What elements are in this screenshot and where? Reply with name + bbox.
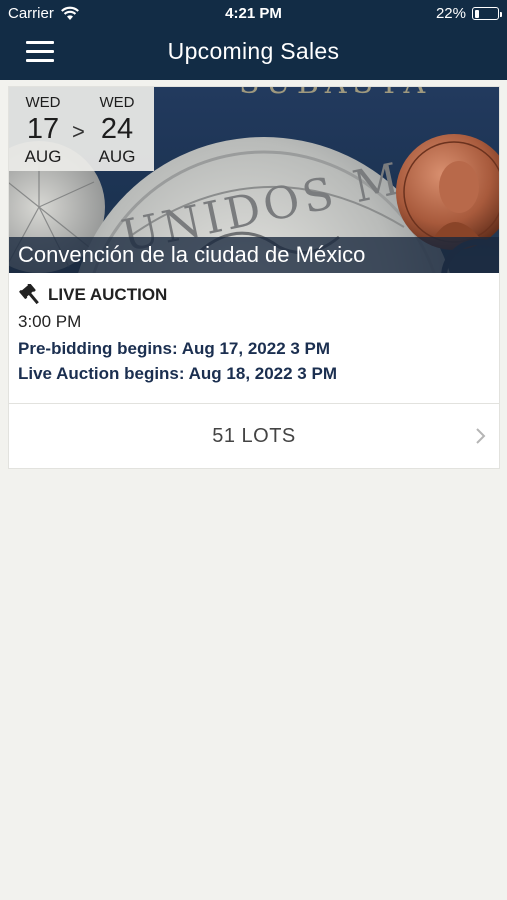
start-month: AUG — [24, 147, 62, 166]
page-title: Upcoming Sales — [167, 38, 340, 64]
status-time: 4:21 PM — [225, 5, 282, 22]
status-bar: Carrier 4:21 PM 22% — [0, 0, 507, 28]
top-bar: Carrier 4:21 PM 22% Upcoming Sales — [0, 0, 507, 80]
sale-time: 3:00 PM — [18, 312, 82, 331]
lots-button[interactable]: 51 LOTS — [9, 404, 499, 468]
chevron-right-icon — [476, 428, 486, 444]
sale-type-label: LIVE AUCTION — [48, 285, 168, 304]
sale-card[interactable]: SUBASTA UNIDOS M WED 17 AUG — [8, 86, 500, 469]
start-day: 17 — [26, 113, 60, 145]
sale-title: Convención de la ciudad de México — [9, 237, 499, 273]
prebidding-begins: Pre-bidding begins: Aug 17, 2022 3 PM — [18, 339, 331, 358]
end-day: 24 — [100, 113, 134, 145]
end-month: AUG — [98, 147, 136, 166]
sale-date-range: WED 17 AUG > WED 24 AUG — [9, 87, 154, 171]
end-weekday: WED — [99, 94, 135, 111]
navigation-bar: Upcoming Sales — [0, 28, 507, 80]
battery-level — [474, 9, 480, 18]
lots-count: 51 LOTS — [212, 425, 296, 447]
start-weekday: WED — [25, 94, 61, 111]
battery-icon — [472, 7, 502, 20]
sale-info: LIVE AUCTION 3:00 PM Pre-bidding begins:… — [18, 284, 488, 383]
sale-banner-image[interactable]: SUBASTA UNIDOS M WED 17 AUG — [9, 87, 499, 273]
live-auction-begins: Live Auction begins: Aug 18, 2022 3 PM — [18, 364, 337, 383]
gavel-icon — [19, 284, 39, 305]
svg-text:SUBASTA: SUBASTA — [239, 87, 431, 101]
battery-percent: 22% — [435, 5, 466, 22]
date-separator: > — [72, 119, 85, 144]
